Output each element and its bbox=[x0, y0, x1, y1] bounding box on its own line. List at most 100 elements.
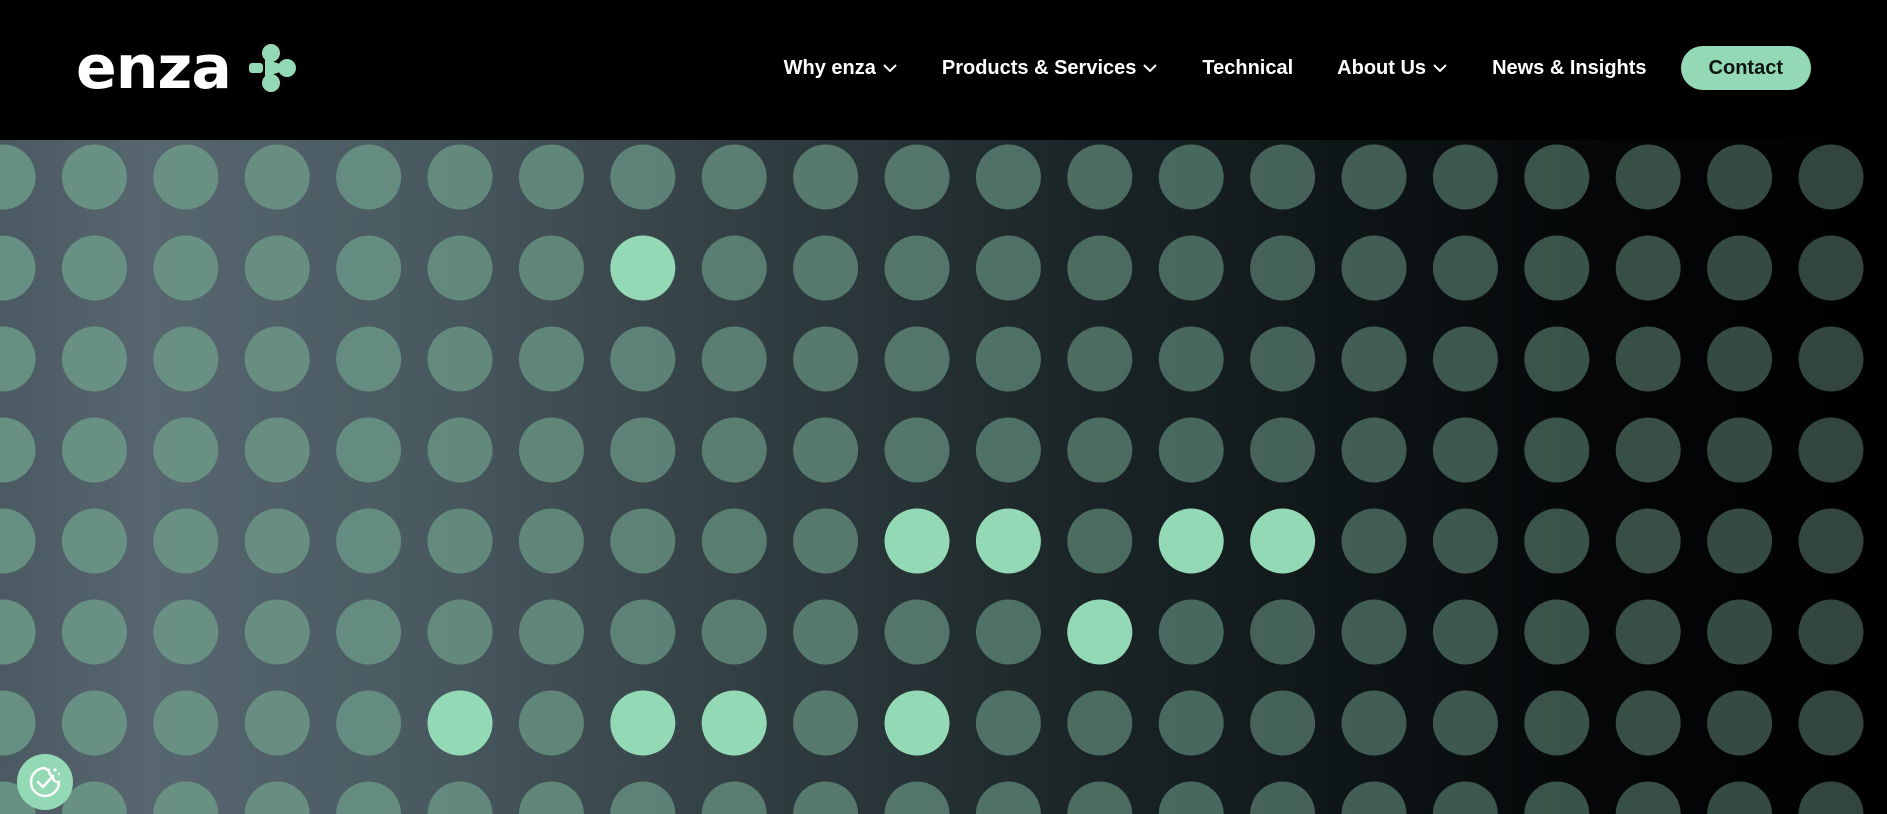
grid-dot bbox=[1250, 690, 1316, 756]
grid-dot bbox=[793, 690, 859, 756]
grid-dot bbox=[884, 417, 950, 483]
grid-dot bbox=[427, 144, 493, 210]
grid-dot bbox=[1707, 690, 1773, 756]
grid-dot bbox=[610, 781, 676, 814]
grid-dot bbox=[1615, 235, 1681, 301]
molecule-arrow-icon bbox=[248, 44, 296, 92]
highlight-dot bbox=[610, 690, 676, 756]
site-header: enza Why enza Products & Services Techni… bbox=[0, 0, 1887, 140]
grid-dot bbox=[1707, 326, 1773, 392]
grid-dot bbox=[1432, 690, 1498, 756]
nav-products-services[interactable]: Products & Services bbox=[942, 57, 1159, 80]
grid-dot bbox=[0, 144, 36, 210]
nav-why-enza[interactable]: Why enza bbox=[784, 57, 898, 80]
grid-dot bbox=[1615, 417, 1681, 483]
grid-dot bbox=[61, 417, 127, 483]
grid-dot bbox=[427, 599, 493, 665]
grid-dot bbox=[1798, 144, 1864, 210]
grid-dot bbox=[1158, 144, 1224, 210]
grid-dot bbox=[244, 417, 310, 483]
grid-dot bbox=[701, 235, 767, 301]
grid-dot bbox=[244, 326, 310, 392]
grid-dot bbox=[1341, 599, 1407, 665]
grid-dot bbox=[884, 326, 950, 392]
grid-dot bbox=[336, 690, 402, 756]
grid-dot bbox=[336, 326, 402, 392]
grid-dot bbox=[975, 690, 1041, 756]
nav-news-insights[interactable]: News & Insights bbox=[1492, 57, 1646, 80]
grid-dot bbox=[1524, 417, 1590, 483]
grid-dot bbox=[793, 781, 859, 814]
grid-dot bbox=[1250, 599, 1316, 665]
grid-dot bbox=[1524, 690, 1590, 756]
grid-dot bbox=[1707, 417, 1773, 483]
grid-dot bbox=[518, 235, 584, 301]
grid-dot bbox=[793, 144, 859, 210]
contact-button[interactable]: Contact bbox=[1680, 46, 1811, 90]
grid-dot bbox=[1250, 326, 1316, 392]
grid-dot bbox=[427, 235, 493, 301]
grid-dot bbox=[1798, 690, 1864, 756]
grid-dot bbox=[1250, 235, 1316, 301]
brand-logo[interactable]: enza bbox=[76, 38, 297, 98]
highlight-dot bbox=[975, 508, 1041, 574]
grid-dot bbox=[793, 235, 859, 301]
grid-dot bbox=[884, 235, 950, 301]
grid-dot bbox=[1707, 599, 1773, 665]
grid-dot bbox=[153, 599, 219, 665]
grid-dot bbox=[153, 781, 219, 814]
grid-dot bbox=[1341, 781, 1407, 814]
hero-dot-pattern bbox=[0, 140, 1887, 814]
grid-dot bbox=[1798, 781, 1864, 814]
nav-about-us[interactable]: About Us bbox=[1337, 57, 1448, 80]
cookie-consent-button[interactable] bbox=[17, 754, 73, 810]
grid-dot bbox=[427, 417, 493, 483]
nav-label: Technical bbox=[1202, 56, 1294, 79]
grid-dot bbox=[793, 326, 859, 392]
grid-dot bbox=[0, 417, 36, 483]
highlight-dot bbox=[427, 690, 493, 756]
grid-dot bbox=[1158, 599, 1224, 665]
grid-dot bbox=[1341, 508, 1407, 574]
grid-dot bbox=[1067, 781, 1133, 814]
grid-dot bbox=[701, 508, 767, 574]
grid-dot bbox=[1798, 235, 1864, 301]
grid-dot bbox=[1615, 508, 1681, 574]
grid-dot bbox=[1432, 508, 1498, 574]
grid-dot bbox=[1524, 508, 1590, 574]
grid-dot bbox=[153, 326, 219, 392]
grid-dot bbox=[610, 144, 676, 210]
grid-dot bbox=[61, 508, 127, 574]
grid-dot bbox=[701, 326, 767, 392]
grid-dot bbox=[975, 417, 1041, 483]
grid-dot bbox=[427, 781, 493, 814]
grid-dot bbox=[244, 508, 310, 574]
grid-dot bbox=[244, 235, 310, 301]
grid-dot bbox=[701, 781, 767, 814]
highlight-dot bbox=[1158, 508, 1224, 574]
grid-dot bbox=[244, 781, 310, 814]
grid-dot bbox=[1524, 144, 1590, 210]
nav-technical[interactable]: Technical bbox=[1202, 57, 1293, 80]
grid-dot bbox=[701, 417, 767, 483]
grid-dot bbox=[1798, 599, 1864, 665]
grid-dot bbox=[336, 508, 402, 574]
grid-dot bbox=[153, 144, 219, 210]
grid-dot bbox=[61, 326, 127, 392]
grid-dot bbox=[701, 599, 767, 665]
highlight-dot bbox=[610, 235, 676, 301]
grid-dot bbox=[1341, 417, 1407, 483]
grid-dot bbox=[1524, 781, 1590, 814]
grid-dot bbox=[1067, 326, 1133, 392]
grid-dot bbox=[427, 326, 493, 392]
grid-dot bbox=[1067, 417, 1133, 483]
grid-dot bbox=[1707, 781, 1773, 814]
grid-dot bbox=[1524, 235, 1590, 301]
grid-dot bbox=[1615, 326, 1681, 392]
grid-dot bbox=[1158, 326, 1224, 392]
grid-dot bbox=[153, 508, 219, 574]
chevron-down-icon bbox=[1433, 64, 1447, 73]
grid-dot bbox=[1707, 144, 1773, 210]
grid-dot bbox=[1432, 781, 1498, 814]
grid-dot bbox=[244, 599, 310, 665]
